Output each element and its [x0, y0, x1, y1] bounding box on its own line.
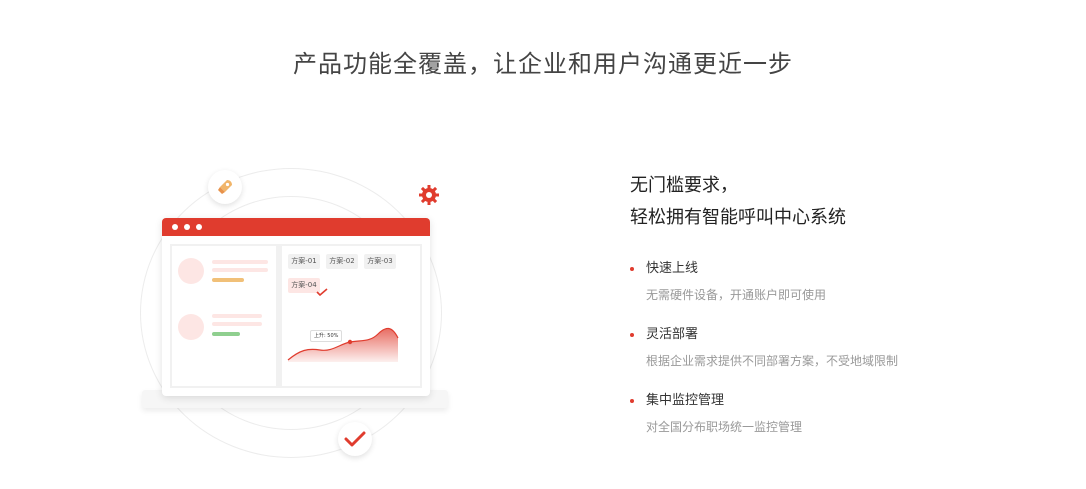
headline-line-2: 轻松拥有智能呼叫中心系统	[630, 207, 846, 228]
feature-description: 对全国分布职场统一监控管理	[646, 420, 803, 434]
chart-point	[347, 339, 353, 345]
window-dot	[172, 224, 178, 230]
feature-item-flexible-deploy: 灵活部署 根据企业需求提供不同部署方案，不受地域限制	[630, 326, 1050, 370]
screen-body: 方案-01 方案-02 方案-03 方案-04 上升: 50%	[170, 244, 422, 388]
window-dot	[196, 224, 202, 230]
feature-title: 快速上线	[646, 261, 699, 276]
laptop-screen: 方案-01 方案-02 方案-03 方案-04 上升: 50%	[162, 218, 430, 396]
avatar	[178, 258, 204, 284]
bullet-dot	[630, 333, 634, 337]
bullet-dot	[630, 399, 634, 403]
feature-list: 快速上线 无需硬件设备，开通账户即可使用 灵活部署 根据企业需求提供不同部署方案…	[630, 260, 1050, 436]
status-bar-green	[212, 332, 240, 336]
gear-icon	[419, 185, 439, 205]
status-bar-orange	[212, 278, 244, 282]
feature-headline: 无门槛要求， 轻松拥有智能呼叫中心系统	[630, 170, 1050, 234]
plan-chip: 方案-01	[288, 254, 320, 269]
contact-list-pane	[172, 246, 276, 386]
feature-description: 根据企业需求提供不同部署方案，不受地域限制	[646, 354, 899, 368]
feature-description: 无需硬件设备，开通账户即可使用	[646, 288, 827, 302]
feature-item-quick-launch: 快速上线 无需硬件设备，开通账户即可使用	[630, 260, 1050, 304]
trend-chart	[287, 327, 399, 362]
feature-title: 灵活部署	[646, 327, 699, 342]
small-checkmark-icon	[316, 288, 328, 296]
text-placeholder	[212, 314, 262, 318]
plan-chip: 方案-02	[326, 254, 358, 269]
text-placeholder	[212, 268, 268, 272]
checkmark-icon	[338, 422, 372, 456]
plan-chip: 方案-03	[364, 254, 396, 269]
avatar	[178, 314, 204, 340]
feature-title: 集中监控管理	[646, 393, 725, 408]
bullet-dot	[630, 267, 634, 271]
plan-pane: 方案-01 方案-02 方案-03 方案-04 上升: 50%	[282, 246, 420, 386]
window-dot	[184, 224, 190, 230]
window-title-bar	[162, 218, 430, 236]
page-title: 产品功能全覆盖，让企业和用户沟通更近一步	[293, 50, 793, 78]
rocket-icon	[208, 170, 242, 204]
product-illustration: 方案-01 方案-02 方案-03 方案-04 上升: 50%	[130, 160, 470, 470]
text-placeholder	[212, 260, 268, 264]
headline-line-1: 无门槛要求，	[630, 175, 738, 196]
feature-section: 无门槛要求， 轻松拥有智能呼叫中心系统 快速上线 无需硬件设备，开通账户即可使用…	[630, 170, 1050, 458]
feature-item-central-monitoring: 集中监控管理 对全国分布职场统一监控管理	[630, 392, 1050, 436]
text-placeholder	[212, 322, 262, 326]
